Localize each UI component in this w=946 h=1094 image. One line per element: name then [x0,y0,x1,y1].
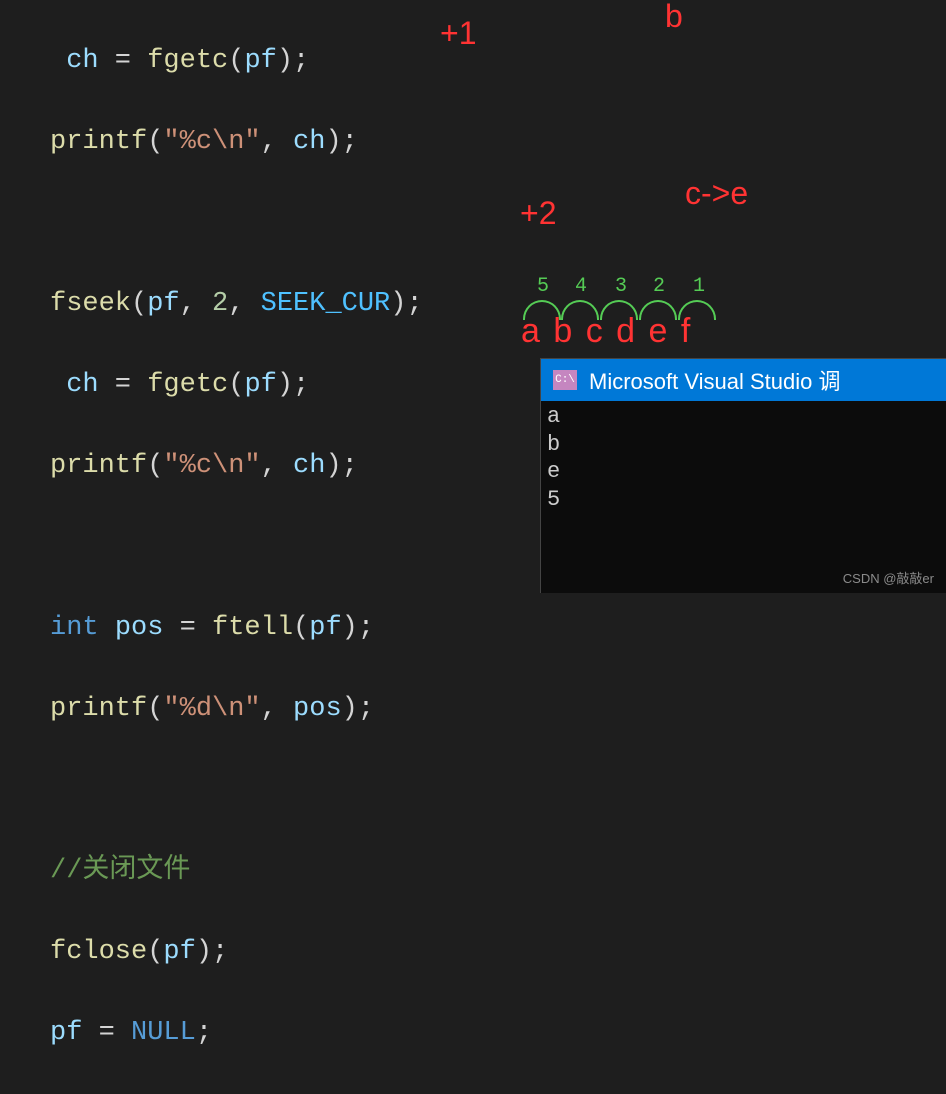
console-icon: C:\ [553,370,577,390]
arc-number: 4 [575,275,587,298]
annotation-b: b [665,0,683,35]
console-title: Microsoft Visual Studio 调 [589,364,840,396]
console-line: e [547,458,944,486]
annotation-plus2: +2 [520,195,556,232]
console-titlebar[interactable]: C:\ Microsoft Visual Studio 调 [541,359,946,401]
annotation-plus1: +1 [440,15,476,52]
code-line: printf("%d\n", pos); [50,689,946,730]
code-line: fclose(pf); [50,932,946,973]
arc-number: 5 [537,275,549,298]
console-line: b [547,431,944,459]
console-line: 5 [547,486,944,514]
code-line: printf("%c\n", ch); [50,122,946,163]
code-line: ch = fgetc(pf); [50,41,946,82]
arc-number: 1 [693,275,705,298]
annotation-letters: a b c d e f [521,312,692,351]
code-line: fseek(pf, 2, SEEK_CUR); [50,284,946,325]
arc-number: 2 [653,275,665,298]
console-line: a [547,403,944,431]
console-output[interactable]: a b e 5 [541,401,946,515]
annotation-ce: c->e [685,175,748,212]
code-line-comment: //关闭文件 [50,851,946,892]
code-line: pf = NULL; [50,1013,946,1054]
console-window[interactable]: C:\ Microsoft Visual Studio 调 a b e 5 [540,358,946,593]
arc-number: 3 [615,275,627,298]
watermark: CSDN @敲敲er [843,568,934,587]
code-line: int pos = ftell(pf); [50,608,946,649]
